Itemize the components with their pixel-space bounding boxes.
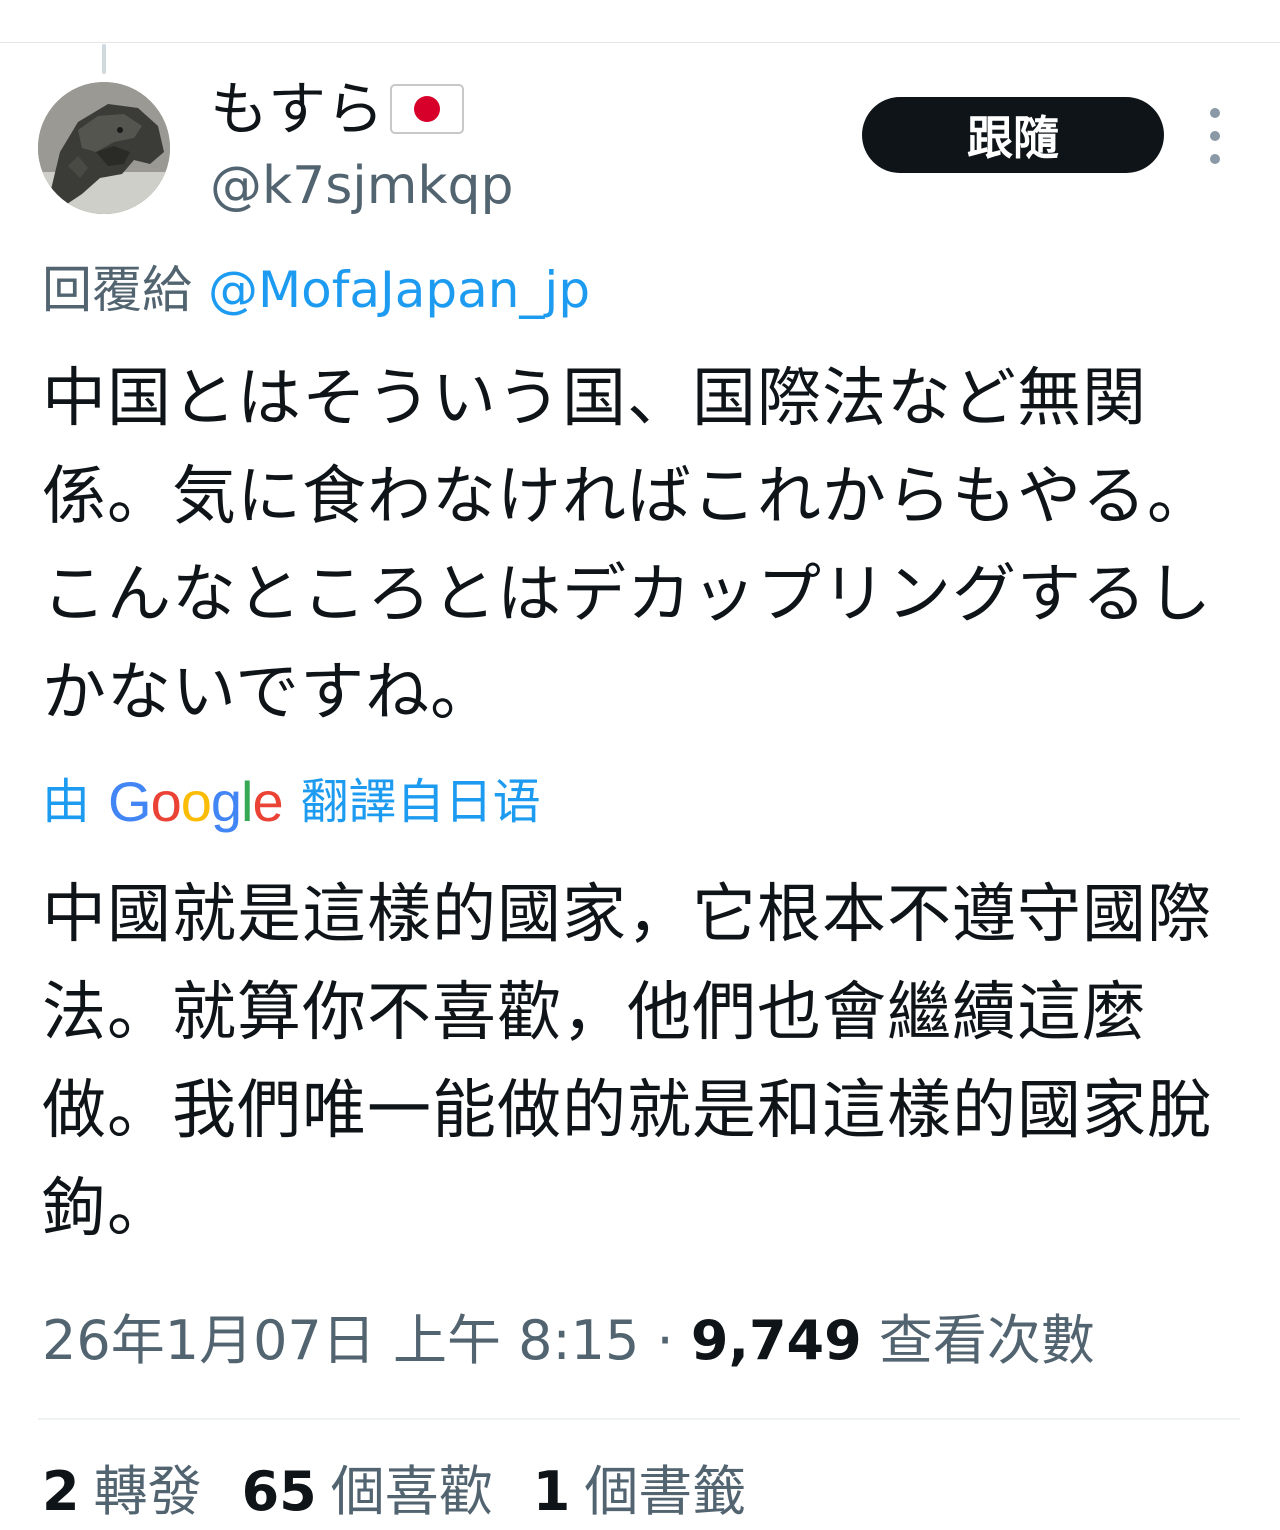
tweet-original-text: 中国とはそういう国、国際法など無関係。気に食わなければこれからもやる。こんなとこ…	[42, 362, 1212, 730]
likes-count: 65	[241, 1460, 317, 1523]
view-count-label: 查看次數	[878, 1309, 1095, 1372]
more-dot	[1210, 154, 1220, 164]
more-dot	[1210, 108, 1220, 118]
tweet-meta: 26年1月07日 上午 8:15 · 9,749 查看次數	[42, 1306, 1095, 1376]
avatar-image	[38, 82, 170, 214]
likes-stat[interactable]: 65 個喜歡	[242, 1456, 493, 1528]
likes-label: 個喜歡	[330, 1460, 493, 1523]
top-divider	[0, 42, 1280, 43]
author-handle[interactable]: @k7sjmkqp	[210, 154, 514, 218]
translation-attribution[interactable]: 由 Google 翻譯自日语	[42, 770, 541, 834]
translation-prefix: 由	[42, 774, 91, 830]
translation-suffix: 翻譯自日语	[300, 774, 541, 830]
reply-mention-link[interactable]: @MofaJapan_jp	[208, 261, 590, 319]
bookmarks-stat[interactable]: 1 個書籤	[533, 1456, 747, 1528]
meta-separator: ·	[656, 1309, 674, 1372]
google-logo: Google	[108, 770, 284, 833]
stats-divider	[38, 1418, 1240, 1420]
author-name[interactable]: もすら	[210, 74, 465, 144]
tweet-translated-text: 中國就是這樣的國家，它根本不遵守國際法。就算你不喜歡，他們也會繼續這麼做。我們唯…	[42, 878, 1212, 1246]
japan-flag-icon	[390, 83, 465, 134]
more-dot	[1210, 131, 1220, 141]
reposts-label: 轉發	[93, 1460, 202, 1523]
more-options-icon[interactable]	[1198, 108, 1232, 164]
follow-button[interactable]: 跟隨	[862, 97, 1164, 173]
reply-context: 回覆給 @MofaJapan_jp	[42, 258, 590, 322]
view-count: 9,749	[690, 1309, 862, 1372]
avatar[interactable]	[38, 82, 170, 214]
reply-prefix: 回覆給	[42, 261, 192, 319]
reposts-stat[interactable]: 2 轉發	[42, 1456, 202, 1528]
display-name-text: もすら	[210, 75, 385, 143]
thread-connector-line	[102, 44, 106, 74]
bookmarks-count: 1	[532, 1460, 571, 1523]
reposts-count: 2	[42, 1460, 80, 1523]
engagement-stats: 2 轉發 65 個喜歡 1 個書籤	[42, 1456, 786, 1528]
timestamp[interactable]: 26年1月07日 上午 8:15	[42, 1309, 639, 1372]
bookmarks-label: 個書籤	[584, 1460, 747, 1523]
